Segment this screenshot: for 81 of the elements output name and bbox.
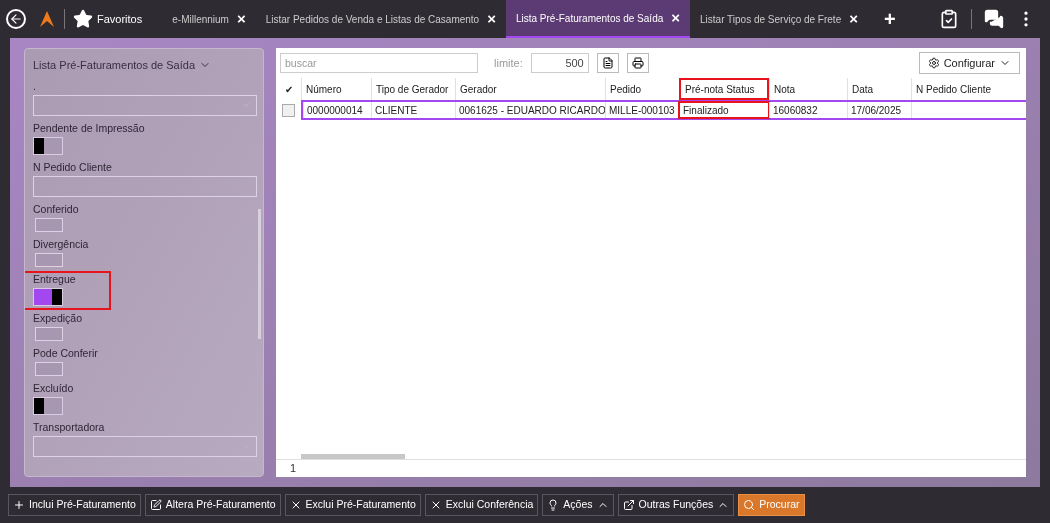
row-count: 1 [290,461,297,477]
column-header[interactable]: Tipo de Gerador [371,78,455,100]
column-header[interactable]: N Pedido Cliente [911,78,1026,100]
tab-close-button[interactable]: × [236,7,246,31]
field-label: Conferido [33,202,80,215]
settings-icon [927,57,940,69]
field-label: . [33,79,37,92]
limit-field[interactable]: 500 [530,53,589,73]
toggle-switch[interactable] [35,252,63,267]
tab-close-button[interactable]: × [671,6,681,30]
print-button[interactable] [626,53,649,73]
tab[interactable]: Listar Tipos de Serviço de Frete × [690,0,868,38]
action-button[interactable]: Outras Funções [617,494,735,516]
field-label: Pendente de Impressão [33,121,146,134]
action-button[interactable]: Altera Pré-Faturamento [144,494,281,516]
column-header[interactable]: Data [847,78,911,100]
add-tab-button[interactable]: + [884,4,896,34]
tab-label: Lista Pré-Faturamentos de Saída [515,11,664,26]
clipboard-icon[interactable] [939,9,959,29]
export-button[interactable] [596,53,619,73]
star-icon[interactable] [73,9,93,29]
search-field[interactable]: buscar [280,53,478,73]
field-label: Divergência [33,237,90,250]
table-cell-text: 16060832 [773,103,818,118]
field-label: Expedição [33,311,84,324]
document-icon [601,57,614,69]
external-link-icon [622,499,635,511]
action-button[interactable]: Inclui Pré-Faturamento [8,494,141,516]
chat-icon[interactable] [984,9,1004,29]
tab[interactable]: Listar Pedidos de Venda e Listas de Casamento × [255,0,506,38]
edit-icon [149,499,162,511]
field-label: Excluído [33,381,75,394]
column-header[interactable]: Pré-nota Status [679,78,769,100]
action-button[interactable]: Exclui Pré-Faturamento [284,494,421,516]
action-button[interactable]: Ações [542,494,614,516]
logo-icon [38,9,56,29]
tab-label: Listar Tipos de Serviço de Frete [700,12,842,27]
lightbulb-icon [547,499,560,511]
field-label: Pode Conferir [33,346,99,359]
toggle-switch[interactable] [33,396,63,415]
tab-label: e-Millennium [172,12,229,27]
column-header[interactable]: Gerador [455,78,605,100]
tab[interactable]: e-Millennium × [162,0,256,38]
tab-close-button[interactable]: × [487,7,496,31]
toggle-switch[interactable] [33,287,63,306]
select-field[interactable] [33,94,257,116]
configure-button[interactable]: Configurar [918,52,1020,74]
column-header[interactable]: Pedido [605,78,679,100]
tab[interactable]: Lista Pré-Faturamentos de Saída × [505,0,691,38]
toggle-switch[interactable] [35,217,63,232]
tab-label: Listar Pedidos de Venda e Listas de Casamento [265,12,480,27]
plus-icon [13,499,25,511]
printer-icon [631,57,644,69]
panel-title[interactable]: Lista Pré-Faturamentos de Saída [33,57,196,74]
back-icon[interactable] [6,9,26,29]
action-button[interactable]: Exclui Conferência [424,494,539,516]
table-cell-text: Finalizado [683,103,729,118]
row-checkbox[interactable] [282,103,295,117]
check-header: ✔ [283,82,294,97]
table-row[interactable]: 0000000014 CLIENTE 0061625 - EDUARDO RICARDO MILLE-000103 Finalizado 16060832 17/06/2025 [301,100,1026,120]
table-cell-text: 0000000014 [307,103,363,118]
search-icon [743,499,756,511]
field-label: Transportadora [33,420,106,433]
column-header[interactable]: Número [301,78,371,100]
toggle-switch[interactable] [33,136,63,155]
input-field[interactable] [33,175,257,197]
limit-label: limite: [494,55,523,71]
table-cell-text: 0061625 - EDUARDO RICARDO [459,103,606,118]
table-cell-text: MILLE-000103 [609,103,675,118]
table-cell-text: 17/06/2025 [851,103,902,118]
toggle-switch[interactable] [35,361,63,376]
field-label: Entregue [33,272,77,285]
toggle-switch[interactable] [35,326,63,341]
select-field[interactable] [33,435,257,457]
horizontal-scrollbar[interactable] [301,454,405,459]
favorites-link[interactable]: Favoritos [97,10,143,28]
field-label: N Pedido Cliente [33,160,113,173]
table-cell-text: CLIENTE [375,103,418,118]
tab-close-button[interactable]: × [849,7,858,31]
scrollbar[interactable] [258,209,261,339]
column-header[interactable]: Nota [769,78,847,100]
